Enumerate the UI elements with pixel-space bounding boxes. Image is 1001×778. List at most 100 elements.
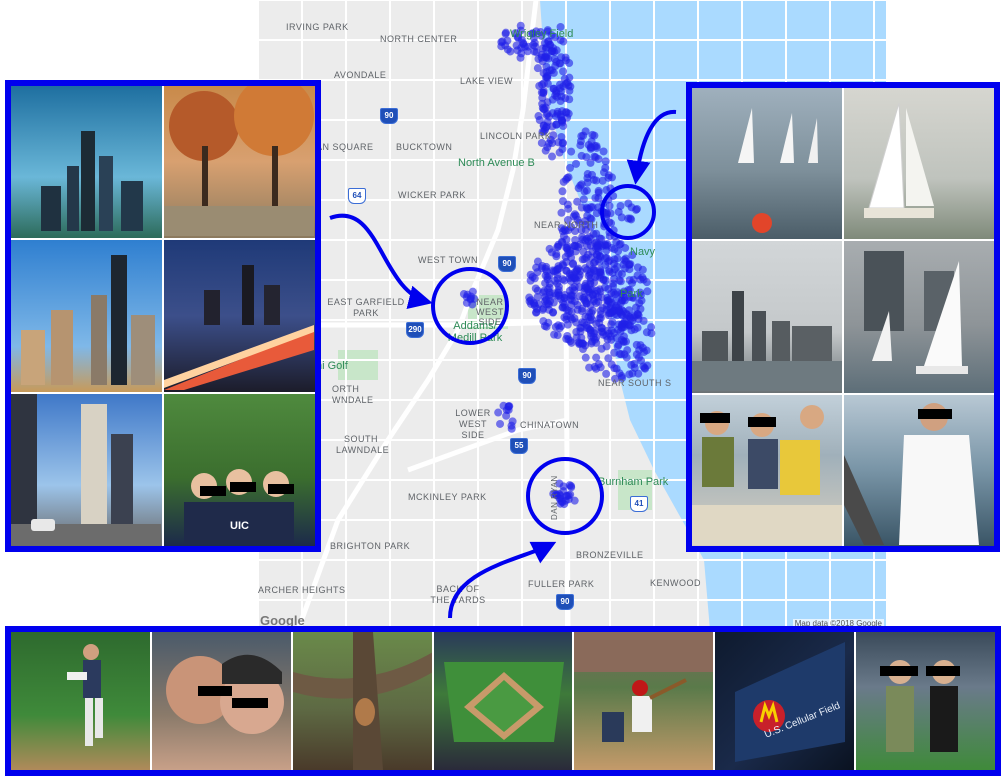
photo-location-dot[interactable] (554, 282, 563, 291)
photo-location-dot[interactable] (614, 269, 623, 278)
photo-location-dot[interactable] (606, 309, 615, 318)
photo-man-on-boat[interactable] (844, 394, 994, 546)
photo-location-dot[interactable] (588, 130, 597, 139)
photo-location-dot[interactable] (501, 29, 510, 38)
photo-location-dot[interactable] (630, 311, 639, 320)
photo-location-dot[interactable] (498, 37, 507, 46)
photo-location-dot[interactable] (616, 201, 625, 210)
photo-skyline-from-lake[interactable] (692, 241, 842, 393)
photo-location-dot[interactable] (594, 186, 603, 195)
photo-location-dot[interactable] (615, 306, 624, 315)
photo-skyline-highway-dusk[interactable] (164, 240, 315, 392)
photo-location-dot[interactable] (606, 209, 615, 218)
photo-location-dot[interactable] (596, 267, 605, 276)
photo-location-dot[interactable] (562, 306, 571, 315)
photo-location-dot[interactable] (559, 122, 568, 131)
photo-location-dot[interactable] (572, 327, 581, 336)
photo-location-dot[interactable] (577, 151, 586, 160)
photo-location-dot[interactable] (634, 369, 643, 378)
photo-location-dot[interactable] (571, 242, 580, 251)
photo-location-dot[interactable] (560, 313, 569, 322)
photo-location-dot[interactable] (504, 402, 513, 411)
photo-location-dot[interactable] (599, 147, 608, 156)
photo-location-dot[interactable] (567, 481, 576, 490)
photo-location-dot[interactable] (577, 306, 586, 315)
photo-location-dot[interactable] (626, 214, 635, 223)
photo-location-dot[interactable] (550, 330, 559, 339)
photo-location-dot[interactable] (459, 290, 468, 299)
photo-location-dot[interactable] (516, 53, 525, 62)
photo-location-dot[interactable] (595, 318, 604, 327)
photo-location-dot[interactable] (564, 204, 573, 213)
photo-location-dot[interactable] (559, 67, 568, 76)
photo-location-dot[interactable] (579, 339, 588, 348)
photo-location-dot[interactable] (582, 186, 591, 195)
photo-location-dot[interactable] (576, 181, 585, 190)
photo-location-dot[interactable] (548, 152, 557, 161)
photo-location-dot[interactable] (601, 241, 610, 250)
photo-squirrel-in-tree[interactable] (292, 632, 432, 770)
photo-location-dot[interactable] (583, 204, 592, 213)
photo-pitcher-windup[interactable] (11, 632, 150, 770)
photo-location-dot[interactable] (560, 74, 569, 83)
photo-location-dot[interactable] (608, 282, 617, 291)
photo-location-dot[interactable] (614, 340, 623, 349)
photo-location-dot[interactable] (552, 291, 561, 300)
photo-location-dot[interactable] (592, 299, 601, 308)
photo-location-dot[interactable] (615, 240, 624, 249)
photo-location-dot[interactable] (630, 359, 639, 368)
photo-location-dot[interactable] (564, 495, 573, 504)
photo-location-dot[interactable] (642, 328, 651, 337)
photo-location-dot[interactable] (591, 193, 600, 202)
photo-location-dot[interactable] (557, 208, 566, 217)
photo-location-dot[interactable] (641, 364, 650, 373)
photo-location-dot[interactable] (561, 53, 570, 62)
photo-location-dot[interactable] (541, 264, 550, 273)
photo-location-dot[interactable] (642, 278, 651, 287)
photo-location-dot[interactable] (563, 320, 572, 329)
photo-location-dot[interactable] (566, 82, 575, 91)
photo-location-dot[interactable] (562, 334, 571, 343)
photo-location-dot[interactable] (643, 287, 652, 296)
photo-location-dot[interactable] (626, 260, 635, 269)
photo-white-sailboat[interactable] (844, 88, 994, 240)
photo-location-dot[interactable] (605, 201, 614, 210)
photo-location-dot[interactable] (549, 308, 558, 317)
photo-us-cellular-field-sign[interactable]: U.S. Cellular Field (715, 632, 855, 770)
photo-location-dot[interactable] (542, 68, 551, 77)
photo-location-dot[interactable] (639, 316, 648, 325)
photo-location-dot[interactable] (507, 424, 516, 433)
photo-location-dot[interactable] (582, 253, 591, 262)
photo-location-dot[interactable] (552, 249, 561, 258)
photo-location-dot[interactable] (508, 417, 517, 426)
photo-location-dot[interactable] (606, 332, 615, 341)
photo-location-dot[interactable] (541, 146, 550, 155)
photo-skyline-sears-tower[interactable] (11, 86, 162, 238)
photo-location-dot[interactable] (602, 186, 611, 195)
photo-location-dot[interactable] (626, 321, 635, 330)
photo-location-dot[interactable] (595, 258, 604, 267)
photo-location-dot[interactable] (607, 360, 616, 369)
photo-stadium-aerial[interactable] (433, 632, 573, 770)
photo-location-dot[interactable] (560, 294, 569, 303)
photo-location-dot[interactable] (543, 98, 552, 107)
photo-location-dot[interactable] (583, 285, 592, 294)
photo-location-dot[interactable] (576, 141, 585, 150)
photo-location-dot[interactable] (552, 92, 561, 101)
photo-skyscrapers-street[interactable] (11, 394, 162, 546)
photo-location-dot[interactable] (605, 232, 614, 241)
photo-location-dot[interactable] (539, 88, 548, 97)
photo-location-dot[interactable] (607, 219, 616, 228)
photo-location-dot[interactable] (586, 234, 595, 243)
photo-crew-life-jackets[interactable] (692, 394, 842, 546)
photo-location-dot[interactable] (567, 147, 576, 156)
photo-location-dot[interactable] (586, 329, 595, 338)
photo-location-dot[interactable] (567, 253, 576, 262)
photo-location-dot[interactable] (585, 363, 594, 372)
photo-location-dot[interactable] (526, 276, 535, 285)
photo-sailboats-near-towers[interactable] (844, 241, 994, 393)
photo-location-dot[interactable] (636, 341, 645, 350)
photo-location-dot[interactable] (622, 337, 631, 346)
photo-location-dot[interactable] (583, 178, 592, 187)
photo-location-dot[interactable] (531, 42, 540, 51)
